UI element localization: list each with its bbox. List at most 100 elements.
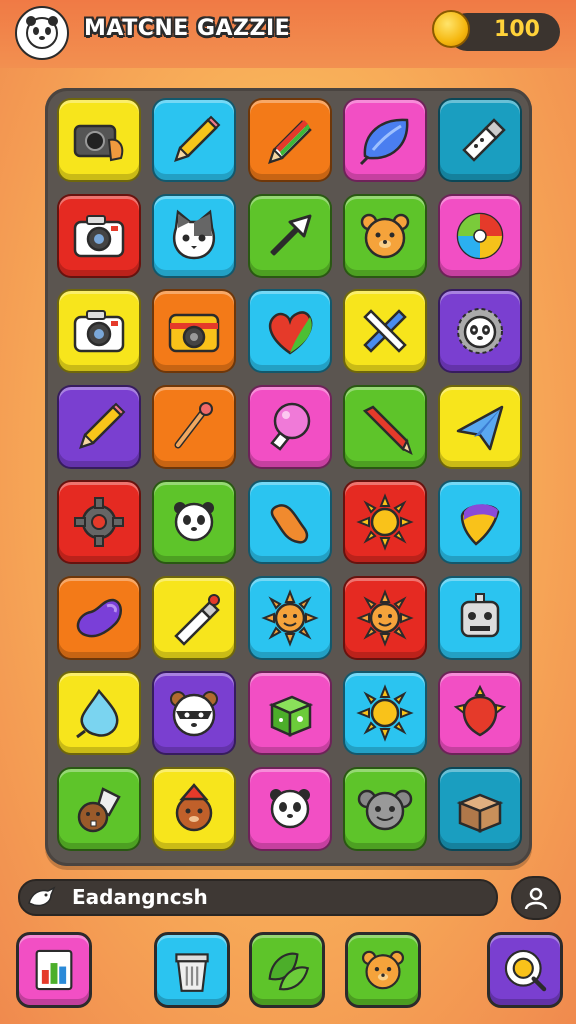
- retro-camera-icon: [169, 313, 220, 353]
- bottom-bar-button[interactable]: [487, 932, 563, 1008]
- board-tile[interactable]: [438, 671, 523, 755]
- board-tile[interactable]: [247, 289, 332, 373]
- red-pencil-icon: [362, 404, 413, 455]
- panda-avatar-icon: [26, 16, 58, 49]
- sun-icon: [356, 493, 414, 551]
- wand-icon: [174, 401, 214, 448]
- profile-button[interactable]: [511, 876, 561, 920]
- panda-sun-icon: [457, 308, 504, 354]
- board-tile[interactable]: [247, 575, 332, 660]
- board-tile[interactable]: [342, 575, 427, 660]
- pencil-icon: [79, 402, 126, 449]
- camera-icon: [73, 310, 125, 353]
- board-tile[interactable]: [152, 671, 237, 755]
- bottom-bar-button[interactable]: [249, 932, 325, 1008]
- panda-icon: [269, 788, 310, 828]
- lightbulb-icon: [269, 402, 310, 451]
- board-tile[interactable]: [342, 480, 427, 564]
- sun-icon: [356, 684, 414, 742]
- board-tile[interactable]: [57, 671, 141, 755]
- rainbow-pencil-icon: [267, 120, 312, 164]
- board-tile[interactable]: [247, 98, 332, 182]
- swirl-candy-icon: [456, 212, 504, 259]
- game-title: MATCNE GAZZIE: [84, 16, 291, 41]
- board-tile[interactable]: [342, 289, 427, 373]
- camera-icon: [73, 214, 125, 257]
- board-tile[interactable]: [342, 384, 427, 469]
- paper-plane-icon: [456, 405, 504, 450]
- board-tile[interactable]: [152, 289, 237, 373]
- crossed-pencils-icon: [363, 309, 407, 353]
- jellybean-icon: [76, 598, 122, 637]
- bottom-bar-button[interactable]: [16, 932, 92, 1008]
- bean-icon: [270, 504, 308, 544]
- chart-card-icon: [35, 949, 73, 991]
- panda-icon: [174, 502, 215, 542]
- arrow-icon: [270, 214, 312, 255]
- board-tile[interactable]: [342, 193, 427, 278]
- bottom-bar-button[interactable]: [345, 932, 421, 1008]
- board-tile[interactable]: [57, 480, 141, 564]
- sun-face-icon: [356, 588, 414, 647]
- spinning-top-icon: [460, 504, 500, 546]
- bottom-bar-button[interactable]: [154, 932, 230, 1008]
- board-tile[interactable]: [438, 193, 523, 278]
- red-balloon-icon: [453, 684, 507, 737]
- beaver-icon: [77, 786, 121, 832]
- marker-icon: [174, 593, 221, 646]
- raccoon-icon: [170, 691, 219, 737]
- dice-icon: [268, 695, 313, 737]
- board-tile[interactable]: [57, 384, 141, 469]
- game-board: [45, 88, 532, 866]
- board-tile[interactable]: [57, 98, 141, 182]
- search-bubble-icon: [504, 949, 547, 992]
- robot-icon: [460, 592, 500, 637]
- board-tile[interactable]: [438, 384, 523, 469]
- bear-face-icon: [360, 213, 410, 258]
- board-tile[interactable]: [247, 193, 332, 278]
- pencil-icon: [174, 115, 221, 162]
- bird-icon: [28, 886, 56, 907]
- board-tile[interactable]: [438, 575, 523, 660]
- board-tile[interactable]: [247, 671, 332, 755]
- bear-face-icon: [361, 950, 405, 990]
- blue-leaf-icon: [359, 118, 409, 166]
- board-tile[interactable]: [342, 98, 427, 182]
- board-tile[interactable]: [152, 98, 237, 182]
- coin-icon: [432, 10, 470, 48]
- board-tile[interactable]: [247, 384, 332, 469]
- board-tile[interactable]: [438, 289, 523, 373]
- board-tile[interactable]: [57, 193, 141, 278]
- board-tile[interactable]: [152, 384, 237, 469]
- board-tile[interactable]: [247, 480, 332, 564]
- board-tile[interactable]: [152, 575, 237, 660]
- board-tile[interactable]: [152, 193, 237, 278]
- board-tile[interactable]: [57, 289, 141, 373]
- board-tile[interactable]: [57, 575, 141, 660]
- board-tile[interactable]: [438, 766, 523, 851]
- trash-bin-icon: [175, 953, 209, 992]
- heart-icon: [268, 311, 312, 355]
- player-avatar[interactable]: [15, 6, 69, 60]
- box-icon: [456, 793, 504, 833]
- gear-icon: [74, 497, 124, 547]
- koala-icon: [357, 789, 413, 830]
- chat-text: Eadangncsh: [72, 885, 208, 909]
- coin-count: 100: [494, 17, 540, 42]
- usb-stick-icon: [462, 118, 506, 162]
- board-tile[interactable]: [57, 766, 141, 851]
- board-tile[interactable]: [342, 671, 427, 755]
- board-tile[interactable]: [342, 766, 427, 851]
- board-tile[interactable]: [438, 98, 523, 182]
- user-icon: [524, 887, 548, 910]
- dog-hat-icon: [176, 782, 213, 831]
- camera-hand-icon: [73, 124, 124, 162]
- board-tile[interactable]: [152, 766, 237, 851]
- sun-face-icon: [260, 588, 319, 647]
- board-tile[interactable]: [152, 480, 237, 564]
- board-tile[interactable]: [247, 766, 332, 851]
- leaves-icon: [268, 952, 310, 991]
- board-tile[interactable]: [438, 480, 523, 564]
- water-drop-icon: [76, 688, 119, 739]
- cat-face-icon: [173, 209, 216, 259]
